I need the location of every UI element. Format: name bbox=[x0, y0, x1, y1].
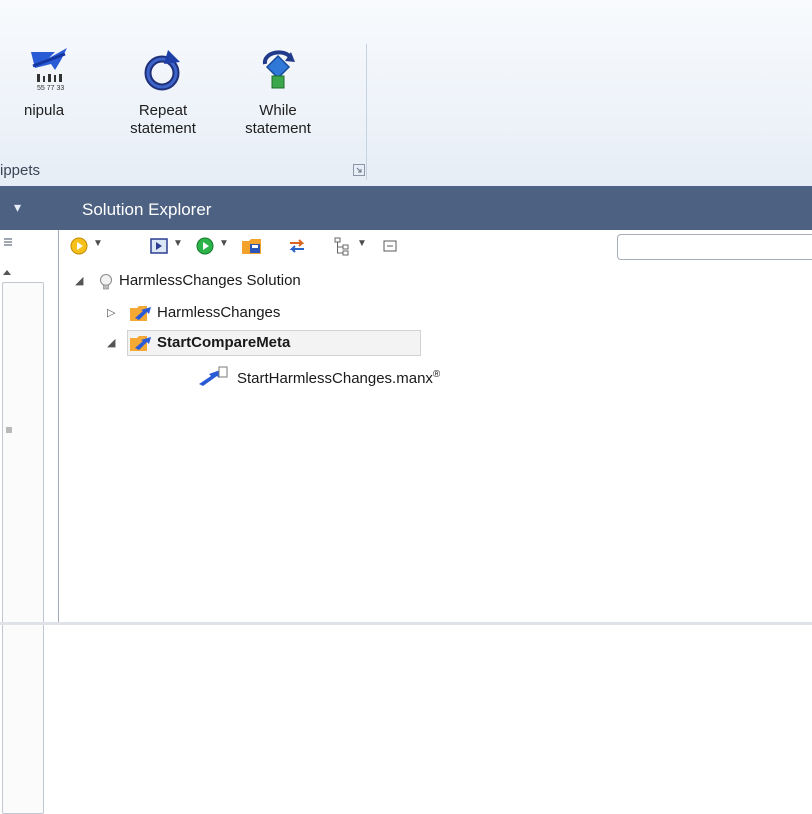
expanded-arrow-icon[interactable]: ◢ bbox=[107, 332, 115, 354]
dropdown-arrow-icon[interactable]: ▾ bbox=[14, 199, 21, 216]
manx-file-icon bbox=[199, 366, 228, 386]
repeat-icon bbox=[144, 50, 180, 91]
chevron-down-icon[interactable]: ▼ bbox=[357, 238, 367, 249]
menu-lines-icon[interactable] bbox=[2, 236, 14, 248]
ribbon-group-label: ippets bbox=[0, 162, 41, 179]
expanded-arrow-icon[interactable]: ◢ bbox=[75, 270, 83, 292]
panel-titlebar: ▾ Solution Explorer bbox=[0, 186, 812, 230]
ribbon-button-label: While statement bbox=[245, 102, 311, 137]
explorer-toolbar: ▼ ▼ ▼ ▼ bbox=[59, 230, 812, 264]
ribbon-group-divider bbox=[366, 44, 367, 180]
sync-arrows-icon[interactable] bbox=[287, 236, 307, 256]
dialog-launcher-icon[interactable] bbox=[353, 164, 365, 176]
ribbon: 55 77 33 nipula Repeat statement While s… bbox=[0, 0, 812, 186]
ribbon-button-label: nipula bbox=[24, 102, 65, 119]
chevron-down-icon[interactable]: ▼ bbox=[219, 238, 229, 249]
file-name: StartHarmlessChanges.manx bbox=[237, 370, 433, 387]
step-icon[interactable] bbox=[149, 236, 169, 256]
project-label: HarmlessChanges bbox=[157, 304, 281, 321]
lightbulb-icon bbox=[100, 274, 112, 290]
tree-node-project-selected[interactable]: ◢ StartCompareMeta bbox=[107, 330, 447, 356]
save-folder-icon[interactable] bbox=[241, 236, 263, 256]
chevron-down-icon[interactable]: ▼ bbox=[93, 238, 103, 249]
panel-title: Solution Explorer bbox=[82, 200, 212, 219]
manipulation-icon: 55 77 33 bbox=[31, 48, 67, 92]
file-marker: ® bbox=[432, 369, 441, 380]
svg-text:55 77 33: 55 77 33 bbox=[37, 85, 64, 92]
project-label: StartCompareMeta bbox=[157, 334, 291, 351]
start-icon[interactable] bbox=[195, 236, 215, 256]
file-label: StartHarmlessChanges.manx® bbox=[237, 364, 440, 390]
ribbon-button-label: Repeat statement bbox=[130, 102, 196, 137]
hierarchy-icon[interactable] bbox=[333, 236, 353, 256]
left-pane-scrollbar[interactable] bbox=[2, 282, 44, 814]
grip-icon[interactable] bbox=[4, 425, 14, 435]
left-pane bbox=[0, 230, 59, 814]
chevron-down-icon[interactable]: ▼ bbox=[173, 238, 183, 249]
run-icon[interactable] bbox=[69, 236, 89, 256]
search-input[interactable] bbox=[617, 234, 812, 260]
solution-explorer: ▼ ▼ ▼ ▼ ◢ HarmlessChanges Solution ▷ Har… bbox=[59, 230, 812, 625]
scroll-up-icon[interactable] bbox=[2, 268, 12, 276]
collapse-all-icon[interactable] bbox=[381, 236, 399, 256]
collapsed-arrow-icon[interactable]: ▷ bbox=[107, 302, 115, 324]
solution-label: HarmlessChanges Solution bbox=[119, 272, 301, 289]
while-icon bbox=[262, 50, 295, 89]
